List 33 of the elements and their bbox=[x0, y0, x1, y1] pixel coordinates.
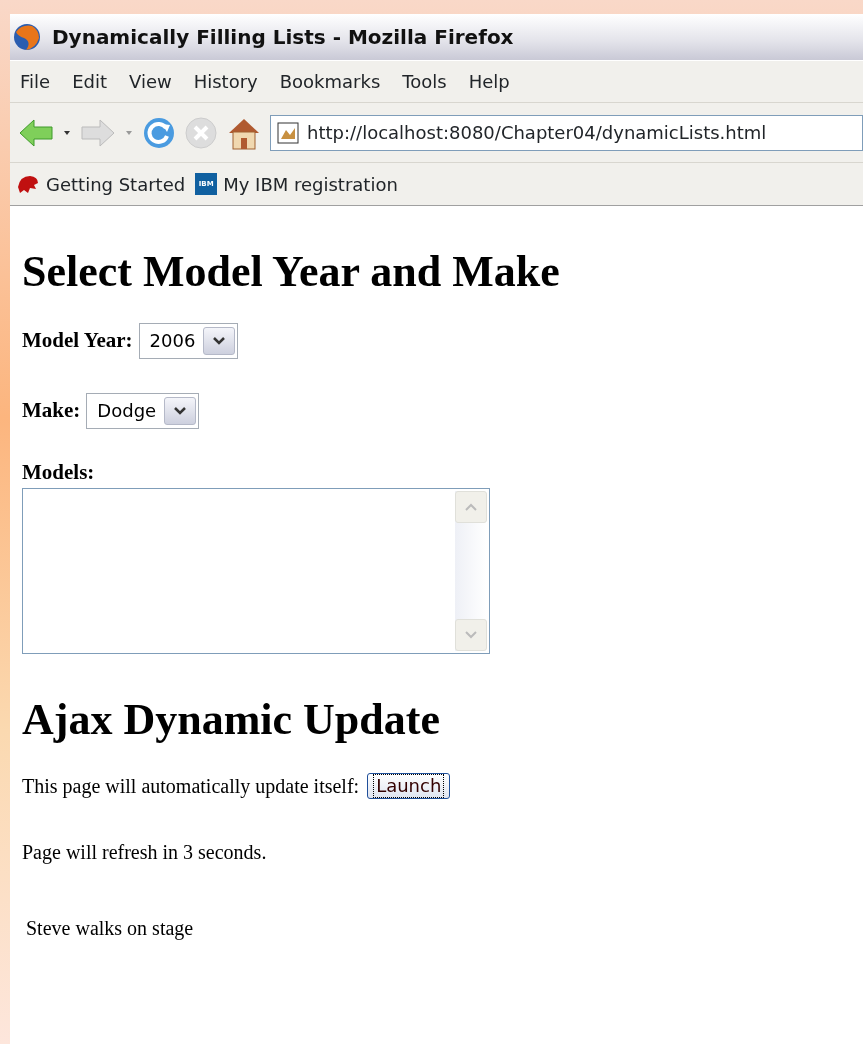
address-field[interactable]: http://localhost:8080/Chapter04/dynamicLists.html bbox=[270, 114, 863, 151]
dinosaur-icon bbox=[16, 173, 40, 195]
menu-item[interactable]: Bookmarks bbox=[279, 68, 381, 95]
menu-item[interactable]: Edit bbox=[72, 68, 107, 95]
chevron-down-icon bbox=[173, 405, 188, 416]
field-label: Models: bbox=[22, 458, 96, 486]
bookmark-link[interactable]: My IBM registration bbox=[223, 170, 398, 198]
menu-item[interactable]: Tools bbox=[402, 68, 447, 95]
launch-button[interactable]: Launch bbox=[367, 773, 451, 799]
refresh-text: Page will refresh in 3 seconds. bbox=[22, 840, 268, 866]
page-heading: Ajax Dynamic Update bbox=[22, 694, 441, 747]
window-title: Dynamically Filling Lists - Mozilla Firefox bbox=[52, 24, 514, 51]
stop-icon[interactable] bbox=[184, 115, 218, 150]
reload-icon[interactable] bbox=[142, 115, 176, 150]
menu-item[interactable]: History bbox=[193, 68, 258, 95]
menu-item[interactable]: View bbox=[129, 68, 172, 95]
field-label: Make: bbox=[22, 397, 81, 425]
chevron-down-icon bbox=[212, 335, 227, 346]
menu-item[interactable]: File bbox=[20, 68, 51, 95]
page-icon bbox=[277, 121, 299, 144]
bookmark-link[interactable]: Getting Started bbox=[46, 170, 186, 198]
globe-icon bbox=[12, 22, 42, 52]
page-heading: Select Model Year and Make bbox=[22, 246, 561, 298]
status-text: Steve walks on stage bbox=[26, 916, 195, 942]
models-listbox[interactable] bbox=[22, 488, 490, 655]
chevron-up-icon[interactable] bbox=[464, 502, 478, 513]
update-text: This page will automatically update itself: bbox=[22, 774, 360, 800]
field-label: Model Year: bbox=[22, 327, 133, 355]
dropdown-field[interactable]: 2006 bbox=[138, 322, 239, 359]
dropdown-field[interactable]: Dodge bbox=[86, 392, 200, 429]
chevron-down-icon[interactable] bbox=[464, 630, 478, 641]
menu-item[interactable]: Help bbox=[468, 68, 510, 95]
back-arrow-icon[interactable] bbox=[18, 116, 54, 149]
